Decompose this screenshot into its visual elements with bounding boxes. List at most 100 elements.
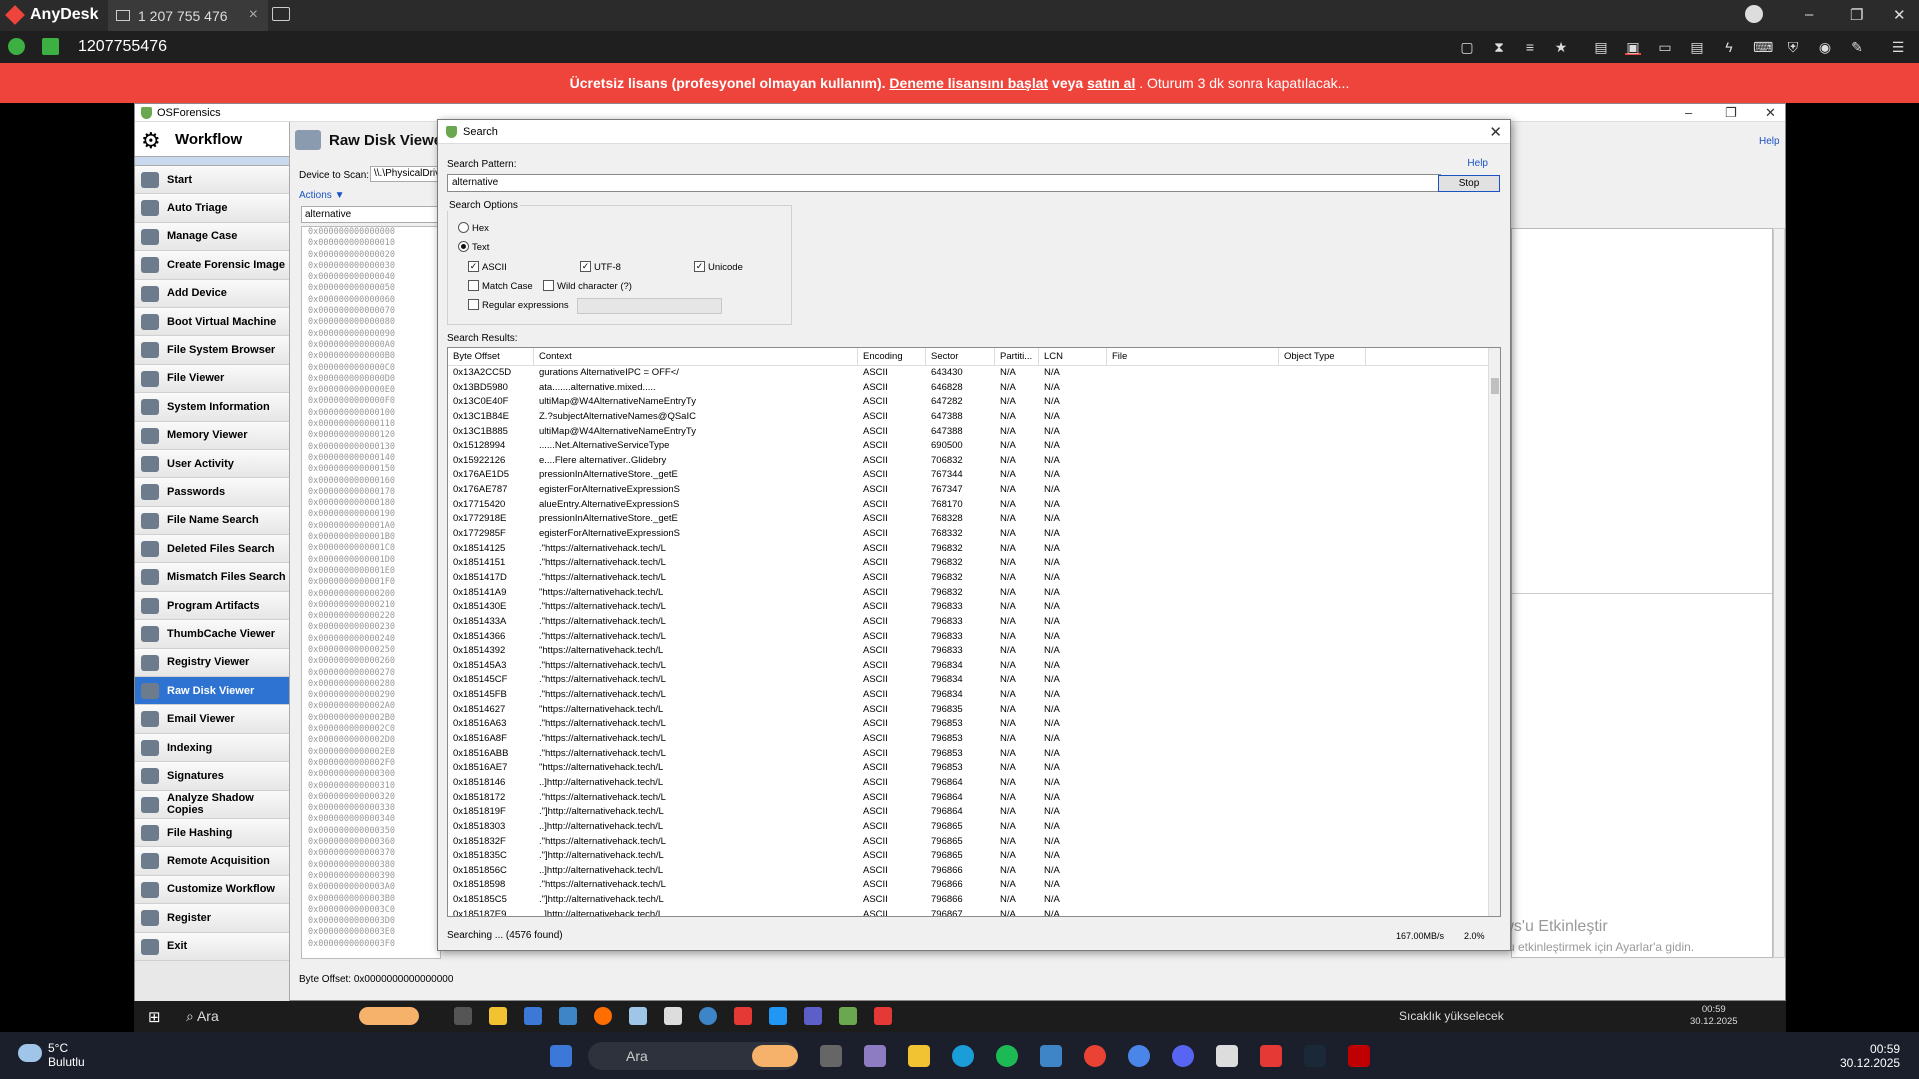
weather-icon[interactable]	[18, 1044, 42, 1062]
table-row[interactable]: 0x1851832F ."https://alternativehack.tech…	[448, 835, 1500, 850]
column-header[interactable]: Byte Offset	[448, 348, 534, 365]
actions-menu[interactable]: Actions ▼	[299, 190, 344, 201]
m365-icon[interactable]	[864, 1045, 886, 1067]
osforensics-icon[interactable]	[839, 1007, 857, 1025]
minimize-icon[interactable]: –	[1805, 6, 1813, 23]
app-icon[interactable]	[804, 1007, 822, 1025]
dialog-help-link[interactable]: Help	[1467, 158, 1488, 169]
sidebar-item-analyze-shadow-copies[interactable]: Analyze Shadow Copies	[135, 790, 289, 819]
start-icon[interactable]: ⊞	[148, 1008, 161, 1026]
display-icon[interactable]: ▣	[1625, 39, 1641, 55]
local-weather[interactable]: 5°C Bulutlu	[48, 1041, 85, 1069]
table-row[interactable]: 0x18516ABB ."https://alternativehack.tech…	[448, 747, 1500, 762]
sidebar-item-create-forensic-image[interactable]: Create Forensic Image	[135, 251, 289, 280]
anydesk-icon[interactable]	[874, 1007, 892, 1025]
stop-button[interactable]: Stop	[1438, 175, 1500, 192]
ascii-checkbox[interactable]: ✓	[468, 261, 479, 272]
column-header[interactable]: LCN	[1039, 348, 1107, 365]
sidebar-item-raw-disk-viewer[interactable]: Raw Disk Viewer	[135, 677, 289, 706]
weather-text[interactable]: Sıcaklık yükselecek	[1399, 1009, 1504, 1023]
search-highlight-icon[interactable]	[359, 1007, 419, 1025]
table-row[interactable]: 0x185185C5 ."]http://alternativehack.tech…	[448, 893, 1500, 908]
keyboard-icon[interactable]: ⌨	[1753, 39, 1773, 55]
close-icon[interactable]: ✕	[1893, 6, 1906, 24]
scrollbar-thumb[interactable]	[1491, 378, 1499, 394]
sidebar-item-signatures[interactable]: Signatures	[135, 762, 289, 791]
file-explorer-icon[interactable]	[908, 1045, 930, 1067]
table-row[interactable]: 0x1851430E ."https://alternativehack.tech…	[448, 600, 1500, 615]
table-row[interactable]: 0x18516A8F ."https://alternativehack.tech…	[448, 732, 1500, 747]
table-row[interactable]: 0x15922126 e....Flere alternativer..Glide…	[448, 454, 1500, 469]
column-header[interactable]: File	[1107, 348, 1279, 365]
table-row[interactable]: 0x185145CF ."https://alternativehack.tech…	[448, 673, 1500, 688]
match-case-checkbox[interactable]	[468, 280, 479, 291]
sidebar-item-file-viewer[interactable]: File Viewer	[135, 364, 289, 394]
app-icon[interactable]	[769, 1007, 787, 1025]
sidebar-item-file-hashing[interactable]: File Hashing	[135, 818, 289, 848]
table-row[interactable]: 0x17715420 alueEntry.AlternativeExpressio…	[448, 498, 1500, 513]
sidebar-item-deleted-files-search[interactable]: Deleted Files Search	[135, 535, 289, 564]
sidebar-item-boot-virtual-machine[interactable]: Boot Virtual Machine	[135, 307, 289, 337]
sidebar-item-register[interactable]: Register	[135, 904, 289, 933]
table-row[interactable]: 0x18516A63 ."https://alternativehack.tech…	[448, 717, 1500, 732]
spotify-icon[interactable]	[996, 1045, 1018, 1067]
wild-char-checkbox[interactable]	[543, 280, 554, 291]
task-view-icon[interactable]	[454, 1007, 472, 1025]
sidebar-item-program-artifacts[interactable]: Program Artifacts	[135, 591, 289, 621]
sidebar-item-exit[interactable]: Exit	[135, 932, 289, 961]
table-row[interactable]: 0x18514392 "https://alternativehack.tech/…	[448, 644, 1500, 659]
monitor-switch-icon[interactable]: ▭	[1657, 39, 1673, 55]
table-row[interactable]: 0x13C1B84E Z.?subjectAlternativeNames@QSa…	[448, 410, 1500, 425]
table-row[interactable]: 0x1851835C ."]http://alternativehack.tech…	[448, 849, 1500, 864]
anydesk-icon[interactable]	[734, 1007, 752, 1025]
regex-dropdown[interactable]	[577, 298, 722, 314]
local-clock[interactable]: 00:59 30.12.2025	[1840, 1042, 1900, 1070]
close-tab-icon[interactable]: ×	[249, 6, 258, 24]
menu-icon[interactable]: ☰	[1890, 39, 1906, 55]
remote-search[interactable]: ⌕ Ara	[186, 1008, 219, 1025]
store-icon[interactable]	[524, 1007, 542, 1025]
table-row[interactable]: 0x18518598 ."https://alternativehack.tech…	[448, 878, 1500, 893]
sidebar-item-passwords[interactable]: Passwords	[135, 478, 289, 507]
new-session-icon[interactable]	[272, 7, 290, 21]
text-radio[interactable]	[458, 241, 469, 252]
column-header[interactable]: Sector	[926, 348, 995, 365]
table-row[interactable]: 0x18518146 ..]http://alternativehack.tech…	[448, 776, 1500, 791]
close-icon[interactable]: ✕	[1489, 123, 1502, 141]
search-pattern-input[interactable]: alternative	[447, 174, 1441, 192]
table-row[interactable]: 0x18514125 ."https://alternativehack.tech…	[448, 542, 1500, 557]
edge-icon[interactable]	[952, 1045, 974, 1067]
close-icon[interactable]: ✕	[1765, 105, 1776, 121]
table-row[interactable]: 0x185141A9 "https://alternativehack.tech/…	[448, 586, 1500, 601]
sidebar-scroll-up[interactable]	[135, 156, 289, 166]
chrome-icon[interactable]	[1084, 1045, 1106, 1067]
permissions-icon[interactable]: ⛨	[1785, 39, 1801, 55]
sidebar-item-auto-triage[interactable]: Auto Triage	[135, 194, 289, 223]
file-transfer-icon[interactable]: ▤	[1593, 39, 1609, 55]
sidebar-item-manage-case[interactable]: Manage Case	[135, 222, 289, 252]
sidebar-item-thumbcache-viewer[interactable]: ThumbCache Viewer	[135, 620, 289, 649]
minimize-icon[interactable]: –	[1685, 105, 1692, 120]
download-icon[interactable]	[1745, 5, 1763, 23]
table-row[interactable]: 0x18514151 ."https://alternativehack.tech…	[448, 556, 1500, 571]
table-row[interactable]: 0x15128994 ......Net.AlternativeServiceTy…	[448, 439, 1500, 454]
table-row[interactable]: 0x13C0E40F ultiMap@W4AlternativeNameEntry…	[448, 395, 1500, 410]
table-row[interactable]: 0x18514366 ."https://alternativehack.tech…	[448, 630, 1500, 645]
sidebar-item-add-device[interactable]: Add Device	[135, 279, 289, 308]
app-icon[interactable]	[1216, 1045, 1238, 1067]
sidebar-item-file-name-search[interactable]: File Name Search	[135, 506, 289, 536]
maximize-icon[interactable]: ❐	[1725, 105, 1737, 121]
sidebar-item-remote-acquisition[interactable]: Remote Acquisition	[135, 847, 289, 876]
sidebar-item-file-system-browser[interactable]: File System Browser	[135, 336, 289, 365]
record-icon[interactable]: ◉	[1817, 39, 1833, 55]
table-row[interactable]: 0x1772918E pressionInAlternativeStore._ge…	[448, 512, 1500, 527]
table-row[interactable]: 0x176AE1D5 pressionInAlternativeStore._ge…	[448, 468, 1500, 483]
search-highlight-icon[interactable]	[752, 1045, 798, 1067]
column-header[interactable]: Partiti...	[995, 348, 1039, 365]
star-icon[interactable]: ★	[1553, 39, 1569, 55]
sidebar-item-indexing[interactable]: Indexing	[135, 733, 289, 763]
actions-icon[interactable]: ▢	[1459, 39, 1475, 55]
app-icon[interactable]	[1348, 1045, 1370, 1067]
task-view-icon[interactable]	[820, 1045, 842, 1067]
hourglass-icon[interactable]: ⧗	[1491, 39, 1507, 55]
